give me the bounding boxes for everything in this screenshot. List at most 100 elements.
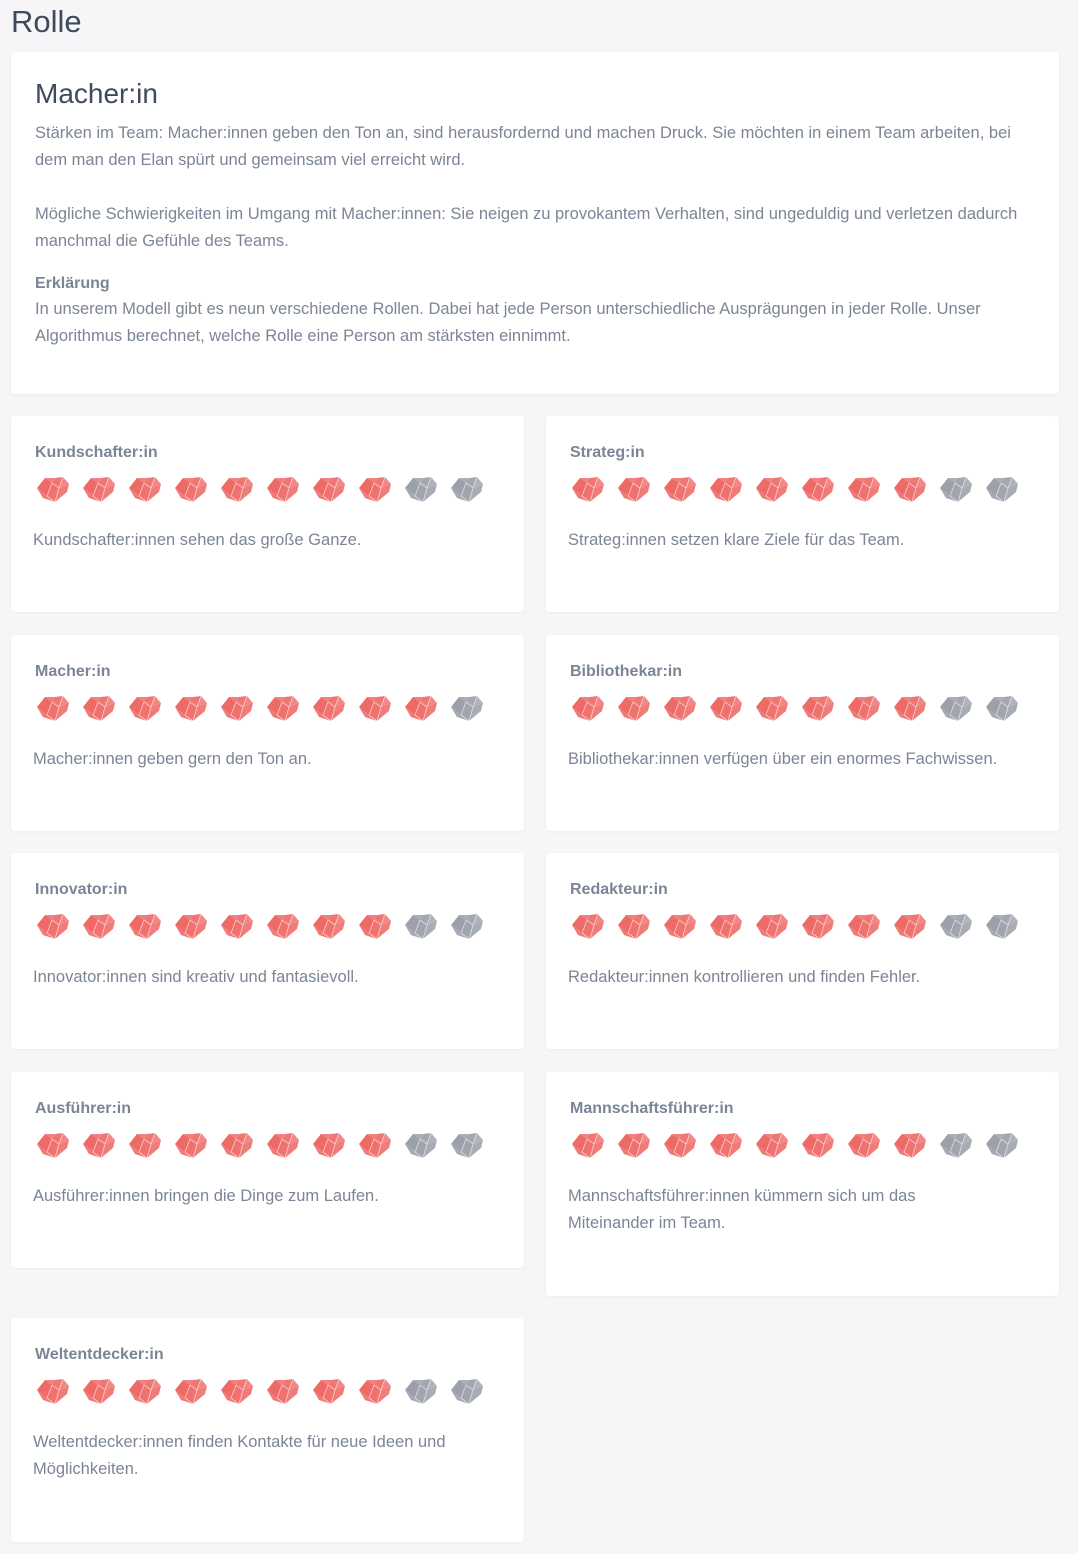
- page-title: Rolle: [11, 4, 82, 39]
- heart-icon: [37, 913, 69, 940]
- role-title: Kundschafter:in: [35, 444, 158, 461]
- role-card-mannschaftsfuehrer: Mannschaftsführer:in Mannschaftsführer:i…: [546, 1072, 1059, 1296]
- heart-icon: [848, 476, 880, 503]
- heart-icon: [221, 913, 253, 940]
- heart-icon: [756, 695, 788, 722]
- heart-icon: [37, 695, 69, 722]
- heart-icon: [710, 695, 742, 722]
- heart-icon: [940, 695, 972, 722]
- heart-icon: [129, 1378, 161, 1405]
- heart-icon: [756, 1132, 788, 1159]
- role-title: Redakteur:in: [570, 881, 668, 898]
- heart-icon: [267, 1378, 299, 1405]
- heart-icon: [802, 913, 834, 940]
- heart-icon: [405, 1132, 437, 1159]
- heart-icon: [359, 476, 391, 503]
- heart-icon: [710, 1132, 742, 1159]
- heart-icon: [894, 695, 926, 722]
- heart-icon: [664, 695, 696, 722]
- heart-icon: [83, 1378, 115, 1405]
- heart-icon: [848, 913, 880, 940]
- role-title: Strateg:in: [570, 444, 645, 461]
- heart-rating: [35, 910, 500, 944]
- role-card-ausfuehrer: Ausführer:in Ausführer:innen bringen die…: [11, 1072, 524, 1268]
- heart-icon: [267, 913, 299, 940]
- heart-icon: [756, 913, 788, 940]
- heart-icon: [405, 476, 437, 503]
- heart-icon: [313, 476, 345, 503]
- heart-icon: [802, 695, 834, 722]
- heart-rating: [570, 910, 1035, 944]
- heart-icon: [618, 476, 650, 503]
- heart-icon: [986, 1132, 1018, 1159]
- role-description: Macher:innen geben gern den Ton an.: [33, 750, 312, 768]
- heart-rating: [35, 692, 500, 726]
- heart-icon: [221, 1132, 253, 1159]
- heart-icon: [37, 476, 69, 503]
- role-description: Ausführer:innen bringen die Dinge zum La…: [33, 1187, 379, 1205]
- heart-icon: [129, 913, 161, 940]
- heart-icon: [83, 1132, 115, 1159]
- heart-icon: [451, 695, 483, 722]
- heart-icon: [618, 1132, 650, 1159]
- heart-icon: [83, 476, 115, 503]
- heart-icon: [405, 1378, 437, 1405]
- heart-rating: [570, 1129, 1035, 1163]
- heart-icon: [618, 913, 650, 940]
- heart-icon: [37, 1132, 69, 1159]
- heart-icon: [451, 1378, 483, 1405]
- role-card-macher: Macher:in Macher:innen geben gern den To…: [11, 635, 524, 831]
- role-card-redakteur: Redakteur:in Redakteur:innen kontrollier…: [546, 853, 1059, 1049]
- heart-icon: [313, 913, 345, 940]
- heart-icon: [129, 1132, 161, 1159]
- role-description: Bibliothekar:innen verfügen über ein eno…: [568, 750, 998, 768]
- heart-icon: [618, 695, 650, 722]
- role-description: Strateg:innen setzen klare Ziele für das…: [568, 531, 905, 549]
- heart-icon: [710, 913, 742, 940]
- heart-icon: [986, 913, 1018, 940]
- heart-rating: [35, 473, 500, 507]
- heart-icon: [175, 913, 207, 940]
- heart-icon: [451, 476, 483, 503]
- heart-icon: [710, 476, 742, 503]
- primary-role-title: Macher:in: [35, 78, 158, 109]
- heart-rating: [35, 1129, 500, 1163]
- explanation-heading: Erklärung: [35, 275, 110, 292]
- heart-icon: [756, 476, 788, 503]
- role-description: Kundschafter:innen sehen das große Ganze…: [33, 531, 362, 549]
- heart-icon: [572, 1132, 604, 1159]
- role-description: Redakteur:innen kontrollieren und finden…: [568, 968, 921, 986]
- heart-icon: [848, 695, 880, 722]
- heart-rating: [570, 473, 1035, 507]
- heart-icon: [359, 913, 391, 940]
- heart-icon: [83, 695, 115, 722]
- heart-icon: [175, 695, 207, 722]
- heart-icon: [940, 476, 972, 503]
- role-title: Weltentdecker:in: [35, 1346, 164, 1363]
- heart-icon: [986, 695, 1018, 722]
- heart-icon: [129, 476, 161, 503]
- heart-icon: [359, 1378, 391, 1405]
- heart-icon: [664, 913, 696, 940]
- heart-icon: [175, 476, 207, 503]
- heart-icon: [451, 913, 483, 940]
- heart-icon: [664, 476, 696, 503]
- heart-icon: [359, 1132, 391, 1159]
- heart-icon: [894, 913, 926, 940]
- heart-icon: [175, 1378, 207, 1405]
- heart-icon: [267, 695, 299, 722]
- heart-icon: [37, 1378, 69, 1405]
- role-summary-card: Macher:in Stärken im Team: Macher:innen …: [11, 52, 1059, 394]
- heart-icon: [221, 1378, 253, 1405]
- heart-rating: [570, 692, 1035, 726]
- role-title: Bibliothekar:in: [570, 663, 683, 680]
- heart-icon: [405, 695, 437, 722]
- heart-icon: [572, 695, 604, 722]
- heart-icon: [221, 476, 253, 503]
- heart-icon: [359, 695, 391, 722]
- heart-icon: [894, 1132, 926, 1159]
- heart-icon: [802, 1132, 834, 1159]
- heart-icon: [451, 1132, 483, 1159]
- strengths-text: Stärken im Team: Macher:innen geben den …: [35, 124, 1011, 169]
- heart-icon: [267, 476, 299, 503]
